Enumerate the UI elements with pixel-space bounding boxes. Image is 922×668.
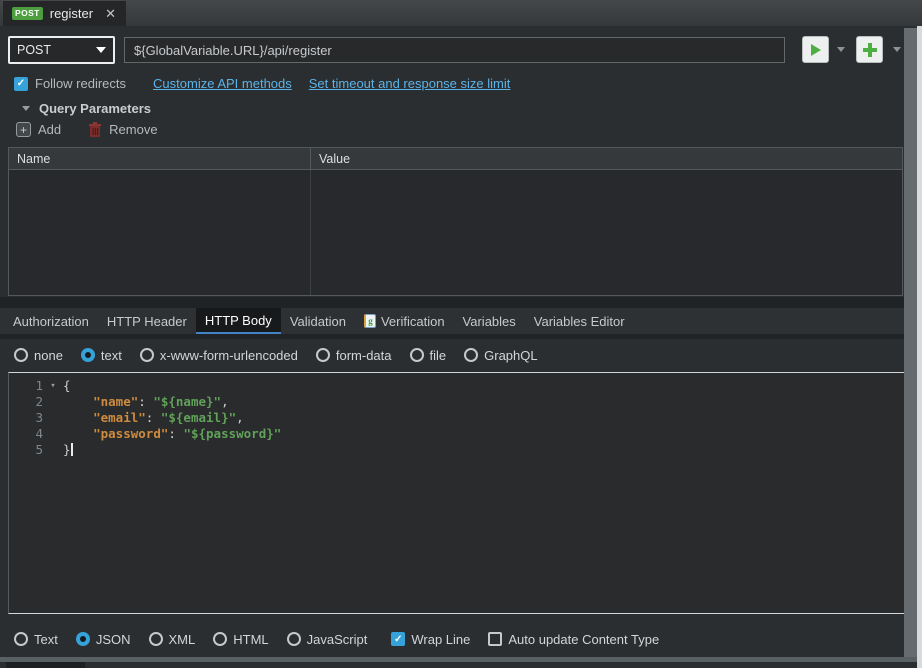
- code-line: 4 "password": "${password}": [9, 426, 904, 442]
- column-header-value[interactable]: Value: [311, 148, 902, 169]
- request-options-row: ✓ Follow redirects Customize API methods…: [14, 75, 510, 92]
- check-icon: ✓: [17, 78, 25, 89]
- checkbox-unchecked-icon: [488, 632, 502, 646]
- follow-redirects-label: Follow redirects: [35, 76, 126, 91]
- check-icon: ✓: [394, 634, 402, 645]
- query-parameters-header[interactable]: Query Parameters: [22, 101, 151, 116]
- radio-icon: [213, 632, 227, 646]
- line-number: 5: [9, 442, 43, 458]
- body-type-selector: none text x-www-form-urlencoded form-dat…: [14, 346, 556, 364]
- radio-icon: [464, 348, 478, 362]
- tab-validation[interactable]: Validation: [281, 308, 355, 334]
- set-timeout-link[interactable]: Set timeout and response size limit: [309, 76, 511, 91]
- radio-icon: [316, 348, 330, 362]
- line-number: 3: [9, 410, 43, 426]
- bottom-tab-stub: [6, 662, 85, 668]
- radio-icon: [140, 348, 154, 362]
- tab-http-header[interactable]: HTTP Header: [98, 308, 196, 334]
- remove-parameter-button[interactable]: Remove: [88, 122, 157, 137]
- run-request-button[interactable]: [802, 36, 829, 63]
- radio-icon: [14, 632, 28, 646]
- body-format-selector: Text JSON XML HTML JavaScript ✓ Wrap Lin…: [14, 630, 677, 648]
- radio-icon: [149, 632, 163, 646]
- tab-authorization[interactable]: Authorization: [4, 308, 98, 334]
- tabs-underline-strip: [0, 334, 904, 339]
- editor-tab-register[interactable]: POST register ✕: [3, 1, 126, 26]
- add-icon: +: [16, 122, 31, 137]
- code-line: 5 }: [9, 442, 904, 458]
- radio-file[interactable]: file: [410, 348, 447, 363]
- wrap-line-checkbox[interactable]: ✓ Wrap Line: [391, 632, 470, 647]
- radio-format-json[interactable]: JSON: [76, 632, 131, 647]
- http-body-code-editor[interactable]: 1 ▾ { 2 "name": "${name}", 3 "email": "$…: [8, 372, 904, 614]
- radio-format-text[interactable]: Text: [14, 632, 58, 647]
- add-parameter-button[interactable]: + Add: [16, 122, 61, 137]
- web-service-request-window: POST register ✕ POST ${GlobalVariable.UR…: [0, 0, 922, 668]
- query-parameters-title: Query Parameters: [39, 101, 151, 116]
- code-line: 2 "name": "${name}",: [9, 394, 904, 410]
- request-url-input[interactable]: ${GlobalVariable.URL}/api/register: [124, 37, 785, 63]
- query-parameters-actions: + Add Remove: [16, 121, 158, 138]
- radio-icon: [14, 348, 28, 362]
- groovy-script-icon: g: [364, 314, 376, 328]
- radio-none[interactable]: none: [14, 348, 63, 363]
- radio-icon: [410, 348, 424, 362]
- chevron-down-icon: [96, 47, 106, 53]
- query-parameters-table: Name Value: [8, 147, 903, 296]
- radio-format-javascript[interactable]: JavaScript: [287, 632, 368, 647]
- add-request-button[interactable]: [856, 36, 883, 63]
- http-method-select[interactable]: POST: [8, 36, 115, 64]
- code-line: 1 ▾ {: [9, 378, 904, 394]
- collapse-triangle-icon: [22, 106, 30, 111]
- line-number: 2: [9, 394, 43, 410]
- code-line: 3 "email": "${email}",: [9, 410, 904, 426]
- remove-parameter-label: Remove: [109, 122, 157, 137]
- add-options-chevron-icon[interactable]: [893, 47, 901, 52]
- table-header-row: Name Value: [9, 148, 902, 170]
- column-header-name[interactable]: Name: [9, 148, 311, 169]
- text-cursor: [71, 443, 73, 456]
- radio-graphql[interactable]: GraphQL: [464, 348, 537, 363]
- vertical-scrollbar[interactable]: [904, 28, 917, 657]
- radio-format-xml[interactable]: XML: [149, 632, 196, 647]
- request-toolbar: POST ${GlobalVariable.URL}/api/register: [0, 36, 922, 64]
- add-parameter-label: Add: [38, 122, 61, 137]
- customize-api-methods-link[interactable]: Customize API methods: [153, 76, 292, 91]
- auto-update-content-type-checkbox[interactable]: Auto update Content Type: [488, 632, 659, 647]
- line-number: 4: [9, 426, 43, 442]
- table-body-empty[interactable]: [9, 170, 902, 295]
- bottom-panel-strip: [0, 662, 917, 668]
- panel-divider: [0, 297, 922, 308]
- radio-text[interactable]: text: [81, 348, 122, 363]
- tab-variables-editor[interactable]: Variables Editor: [525, 308, 634, 334]
- follow-redirects-checkbox[interactable]: ✓: [14, 77, 28, 91]
- radio-x-www-form-urlencoded[interactable]: x-www-form-urlencoded: [140, 348, 298, 363]
- play-icon: [810, 43, 822, 57]
- radio-form-data[interactable]: form-data: [316, 348, 392, 363]
- request-url-value: ${GlobalVariable.URL}/api/register: [134, 43, 332, 58]
- checkbox-checked-icon: ✓: [391, 632, 405, 646]
- tab-http-body[interactable]: HTTP Body: [196, 308, 281, 334]
- radio-selected-icon: [81, 348, 95, 362]
- editor-tab-title: register: [50, 6, 93, 21]
- plus-icon: [863, 43, 877, 57]
- request-section-tabs: Authorization HTTP Header HTTP Body Vali…: [0, 308, 904, 334]
- http-method-value: POST: [17, 43, 51, 57]
- tab-variables[interactable]: Variables: [454, 308, 525, 334]
- tab-verification[interactable]: g Verification: [355, 308, 454, 334]
- line-number: 1: [9, 378, 43, 394]
- window-right-edge: [917, 26, 922, 668]
- post-method-badge: POST: [12, 7, 43, 20]
- run-options-chevron-icon[interactable]: [837, 47, 845, 52]
- close-icon[interactable]: ✕: [105, 6, 116, 22]
- radio-format-html[interactable]: HTML: [213, 632, 268, 647]
- fold-triangle-icon[interactable]: ▾: [43, 378, 63, 394]
- editor-tab-bar: POST register ✕: [0, 0, 922, 26]
- radio-selected-icon: [76, 632, 90, 646]
- trash-icon: [88, 122, 102, 137]
- radio-icon: [287, 632, 301, 646]
